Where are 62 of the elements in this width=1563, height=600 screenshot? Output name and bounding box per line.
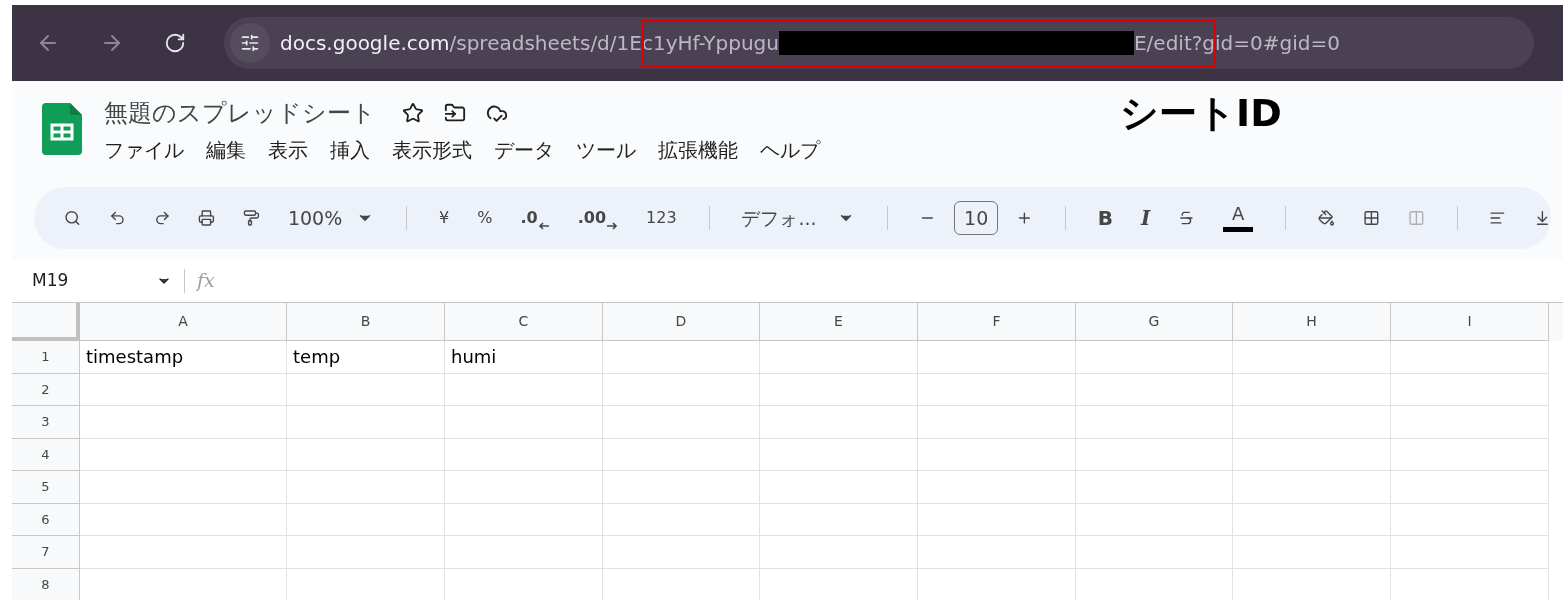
merge-cells-icon[interactable] <box>1407 208 1425 228</box>
row-header[interactable]: 3 <box>12 406 80 439</box>
name-box[interactable]: M19 <box>32 267 172 294</box>
font-size-field[interactable]: 10 <box>954 201 999 235</box>
search-icon[interactable] <box>64 208 81 228</box>
menu-item[interactable]: 拡張機能 <box>658 135 738 165</box>
row-header[interactable]: 8 <box>12 568 80 600</box>
url-path: /spreadsheets/d/ <box>449 30 617 57</box>
menu-item[interactable]: ヘルプ <box>760 135 820 165</box>
star-icon[interactable] <box>402 102 424 124</box>
zoom-dropdown[interactable]: 100% <box>287 203 375 233</box>
row-header[interactable]: 4 <box>12 438 80 471</box>
vertical-align-icon[interactable] <box>1534 208 1551 228</box>
move-folder-icon[interactable] <box>444 102 466 124</box>
column-header[interactable]: G <box>1076 303 1233 341</box>
number-format-button[interactable]: 123 <box>646 206 677 230</box>
font-dropdown[interactable]: デフォ... <box>741 203 855 233</box>
sheets-logo-icon[interactable] <box>42 103 82 155</box>
left-arrow-icon <box>537 222 550 230</box>
row-header[interactable]: 5 <box>12 471 80 504</box>
column-header[interactable]: F <box>918 303 1076 341</box>
bold-button[interactable]: B <box>1097 203 1113 233</box>
document-title[interactable]: 無題のスプレッドシート <box>104 95 376 131</box>
menu-item[interactable]: 表示 <box>268 135 308 165</box>
menu-item[interactable]: ファイル <box>104 135 184 165</box>
row-header[interactable]: 6 <box>12 503 80 536</box>
menu-item[interactable]: 表示形式 <box>392 135 472 165</box>
menu-item[interactable]: ツール <box>576 135 636 165</box>
menu-item[interactable]: データ <box>494 135 554 165</box>
print-icon[interactable] <box>198 208 216 228</box>
table-cell: timestamp <box>80 341 287 374</box>
reload-icon[interactable] <box>164 32 186 54</box>
table-cell: temp <box>287 341 445 374</box>
menu-item[interactable]: 挿入 <box>330 135 370 165</box>
column-header[interactable]: I <box>1391 303 1549 341</box>
site-settings-icon[interactable] <box>240 33 260 53</box>
site-info-button[interactable] <box>230 23 270 63</box>
increase-decimal-button[interactable]: .00 <box>577 206 619 230</box>
row-header[interactable]: 7 <box>12 536 80 569</box>
column-header[interactable]: E <box>760 303 918 341</box>
text-color-button[interactable]: A <box>1223 204 1254 232</box>
url-host: docs.google.com <box>280 30 450 57</box>
column-header[interactable]: H <box>1233 303 1391 341</box>
menu-item[interactable]: 編集 <box>206 135 246 165</box>
paint-format-icon[interactable] <box>243 208 260 228</box>
column-header[interactable]: B <box>287 303 445 341</box>
table-cell: humi <box>445 341 603 374</box>
currency-button[interactable]: ¥ <box>439 206 450 230</box>
borders-icon[interactable] <box>1363 208 1380 228</box>
column-header[interactable]: D <box>603 303 760 341</box>
decrease-decimal-button[interactable]: .0 <box>520 206 550 230</box>
annotation-label: シートID <box>1120 90 1282 137</box>
column-header[interactable]: C <box>445 303 603 341</box>
fx-label: fx <box>197 268 215 294</box>
italic-button[interactable]: I <box>1141 203 1151 233</box>
column-header[interactable]: A <box>80 303 287 341</box>
row-header[interactable]: 1 <box>12 341 80 374</box>
url-sheet-id-end: E <box>1133 30 1147 57</box>
percent-button[interactable]: % <box>477 206 493 230</box>
right-arrow-icon <box>606 222 619 230</box>
row-header[interactable]: 2 <box>12 373 80 406</box>
fill-color-icon[interactable] <box>1318 208 1335 228</box>
